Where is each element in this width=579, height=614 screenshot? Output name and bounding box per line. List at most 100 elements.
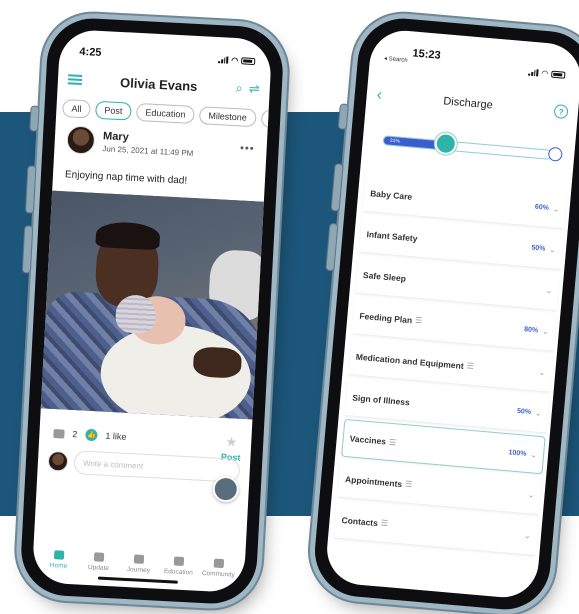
people-icon (213, 558, 225, 569)
comment-icon[interactable] (53, 428, 65, 439)
tab-update[interactable]: Update (78, 552, 119, 573)
checklist-icon: ☰ (414, 315, 423, 326)
back-to-app[interactable]: ◂ Search (384, 55, 408, 64)
chevron-down-icon: ⌄ (523, 530, 532, 541)
tab-education[interactable]: Education (158, 556, 199, 577)
section-label: Feeding Plan (359, 310, 413, 325)
left-screen: 4:25 ◠ Olivia Evans ⌕ ⇌ All Post Educati… (31, 28, 273, 594)
phone-left: 4:25 ◠ Olivia Evans ⌕ ⇌ All Post Educati… (19, 16, 285, 606)
comment-count: 2 (72, 429, 78, 440)
section-label: Medication and Equipment (355, 351, 465, 371)
discharge-header: ‹ Discharge ? (376, 84, 569, 123)
avatar (47, 450, 69, 472)
comment-row: Write a comment (47, 449, 241, 483)
tab-label: Education (163, 567, 193, 577)
filter-icon[interactable]: ⇌ (248, 81, 260, 98)
reactions-row: 2 👍 1 like ★ (53, 425, 238, 451)
post-header: Mary Jun 25, 2021 at 11:49 PM ••• (66, 125, 255, 163)
help-icon[interactable]: ? (553, 103, 569, 120)
search-icon[interactable]: ⌕ (235, 80, 243, 96)
comment-input[interactable]: Write a comment (73, 450, 241, 483)
menu-icon[interactable] (67, 74, 83, 86)
chevron-down-icon: ⌄ (541, 326, 550, 337)
post-text: Enjoying nap time with dad! (64, 169, 188, 187)
tab-home[interactable]: Home (38, 549, 79, 570)
tab-label: Community (201, 569, 235, 579)
wifi-icon: ◠ (231, 55, 239, 65)
tab-bar: Home Update Journey Education Community (38, 528, 240, 579)
calendar-icon (93, 552, 105, 562)
post-photo[interactable] (40, 190, 264, 420)
hospital-icon (547, 146, 563, 162)
post-meta: Mary Jun 25, 2021 at 11:49 PM (102, 130, 194, 158)
header-actions: ⌕ ⇌ (235, 80, 260, 97)
status-time: 4:25 (79, 45, 102, 59)
right-screen: ◂ Search 15:23 ◠ ‹ Discharge ? 31% Baby … (324, 27, 579, 601)
book-icon (173, 556, 185, 567)
home-indicator (97, 576, 178, 584)
feed-header: Olivia Evans ⌕ ⇌ (67, 67, 260, 101)
chevron-down-icon: ⌄ (552, 204, 560, 214)
chevron-down-icon: ⌄ (529, 449, 538, 460)
signal-icon (218, 56, 229, 64)
signal-icon (528, 69, 539, 77)
section-label: Sign of Illness (351, 391, 411, 407)
profile-fab[interactable] (212, 475, 240, 503)
phone-right: ◂ Search 15:23 ◠ ‹ Discharge ? 31% Baby … (311, 14, 579, 614)
discharge-sections: Baby Care 60% ⌄ Infant Safety 50% ⌄ Safe Sleep… (333, 173, 568, 559)
back-chevron-icon[interactable]: ‹ (376, 86, 383, 104)
chip-post[interactable]: Post (94, 100, 132, 121)
status-bar: 4:25 ◠ (79, 44, 256, 69)
system-icons: ◠ (528, 68, 566, 80)
home-icon (53, 550, 65, 560)
chevron-down-icon: ⌄ (527, 490, 535, 500)
section-percent: 50% (531, 244, 546, 253)
chip-unread[interactable]: Unread (260, 109, 273, 130)
section-percent: 80% (523, 326, 539, 335)
battery-icon (241, 56, 256, 65)
mute-switch (29, 105, 40, 132)
chip-milestone[interactable]: Milestone (198, 106, 257, 128)
status-bar: ◂ Search 15:23 ◠ (383, 45, 566, 85)
system-icons: ◠ (218, 55, 256, 66)
checklist-icon: ☰ (404, 479, 413, 489)
chevron-down-icon: ⌄ (534, 408, 543, 419)
section-label: Infant Safety (366, 228, 418, 244)
more-icon[interactable]: ••• (240, 142, 255, 155)
battery-icon (550, 70, 566, 79)
star-icon[interactable]: ★ (225, 434, 237, 451)
progress-track: 31% (382, 135, 553, 160)
chip-all[interactable]: All (62, 99, 91, 119)
tab-community[interactable]: Community (198, 558, 239, 579)
chevron-down-icon: ⌄ (538, 367, 546, 378)
section-label: Contacts (341, 514, 379, 528)
wifi-icon: ◠ (540, 68, 549, 79)
section-label: Safe Sleep (362, 269, 407, 284)
section-label: Baby Care (369, 187, 413, 202)
footprints-icon (133, 554, 145, 564)
discharge-progress: 31% (382, 127, 564, 169)
tab-journey[interactable]: Journey (118, 554, 159, 575)
chevron-down-icon: ⌄ (545, 285, 553, 296)
checklist-icon: ☰ (466, 361, 475, 371)
checklist-icon: ☰ (380, 518, 389, 529)
page-title: Olivia Evans (119, 74, 198, 94)
section-percent: 60% (534, 203, 550, 212)
section-percent: 50% (516, 407, 532, 417)
chip-education[interactable]: Education (135, 102, 195, 124)
like-count: 1 like (105, 430, 127, 442)
chevron-down-icon: ⌄ (548, 245, 557, 255)
like-icon[interactable]: 👍 (85, 428, 98, 442)
section-label: Vaccines (349, 433, 387, 447)
baby-stroller-icon (433, 131, 458, 156)
page-title: Discharge (442, 95, 494, 112)
tab-label: Journey (126, 566, 151, 575)
filter-chips: All Post Education Milestone Unread (62, 99, 273, 130)
checklist-icon: ☰ (388, 437, 397, 447)
progress-label: 31% (389, 137, 401, 145)
avatar[interactable] (66, 125, 96, 155)
section-label: Appointments (344, 473, 403, 489)
status-time: 15:23 (412, 47, 442, 62)
section-percent: 100% (508, 448, 527, 458)
tab-label: Update (87, 564, 110, 573)
